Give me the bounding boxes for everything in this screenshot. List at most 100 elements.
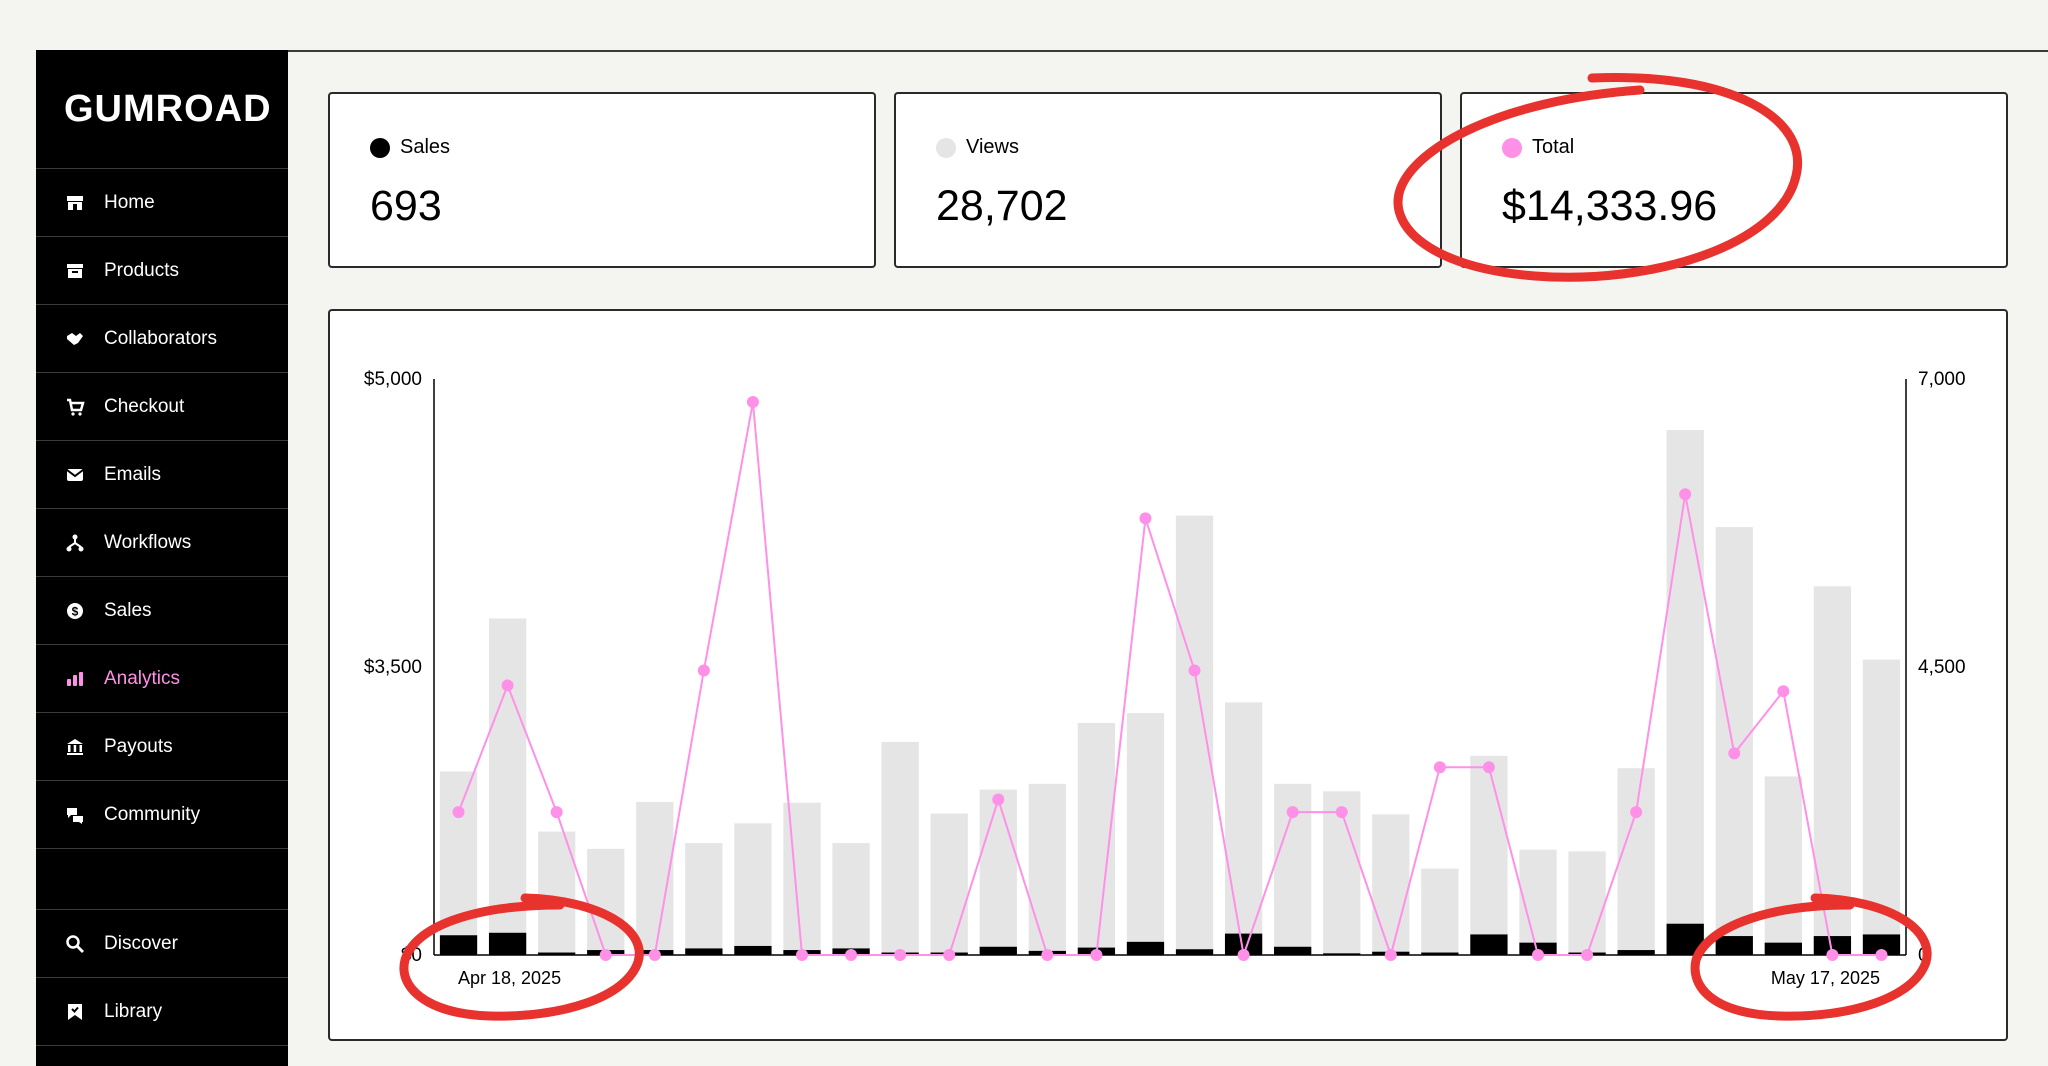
dollar-circle-icon: $ [64, 600, 86, 622]
views-bar[interactable] [881, 741, 919, 955]
sidebar-item-label: Collaborators [104, 327, 217, 349]
total-point[interactable] [1433, 761, 1446, 774]
total-point[interactable] [1679, 488, 1692, 501]
total-point[interactable] [697, 664, 710, 677]
views-bar[interactable] [488, 618, 527, 955]
views-bar[interactable] [1862, 659, 1901, 955]
sidebar-item-home[interactable]: Home [36, 169, 288, 237]
total-point[interactable] [1384, 949, 1397, 961]
total-point[interactable] [1335, 806, 1348, 819]
sidebar-item-discover[interactable]: Discover [36, 910, 288, 978]
views-bar[interactable] [1470, 755, 1508, 955]
views-bar[interactable] [439, 771, 478, 955]
total-point[interactable] [501, 679, 514, 692]
views-bar[interactable] [783, 802, 821, 955]
sales-bar[interactable] [538, 952, 576, 955]
bookmark-icon [64, 1001, 86, 1023]
total-point[interactable] [943, 949, 956, 961]
total-point[interactable] [1728, 747, 1741, 760]
sales-bar[interactable] [1421, 952, 1459, 955]
sales-bar[interactable] [1617, 950, 1655, 955]
envelope-icon [64, 464, 86, 486]
gumroad-logo[interactable]: GUMROAD [36, 50, 288, 169]
views-bar[interactable] [734, 823, 772, 955]
sales-legend-dot [370, 137, 390, 158]
total-point[interactable] [746, 396, 759, 409]
sales-bar[interactable] [979, 946, 1017, 955]
views-bar[interactable] [1666, 430, 1704, 955]
sidebar-item-products[interactable]: Products [36, 237, 288, 305]
total-point[interactable] [796, 949, 808, 961]
sidebar-item-library[interactable]: Library [36, 978, 288, 1046]
sidebar-item-label: Analytics [104, 667, 181, 689]
total-point[interactable] [1237, 949, 1250, 961]
sales-bar[interactable] [1715, 936, 1753, 955]
total-point[interactable] [550, 806, 563, 819]
right-tick-label: 7,000 [1918, 369, 1966, 390]
total-point[interactable] [1581, 949, 1594, 961]
views-bar[interactable] [979, 789, 1017, 955]
total-point[interactable] [992, 793, 1005, 806]
views-bar[interactable] [1764, 776, 1802, 955]
views-bar[interactable] [587, 848, 625, 955]
sales-bar[interactable] [1175, 949, 1214, 955]
total-point[interactable] [1826, 949, 1839, 961]
total-label: Total [1502, 136, 1574, 159]
sales-bar[interactable] [439, 935, 478, 955]
views-bar[interactable] [1813, 586, 1852, 955]
sidebar-item-workflows[interactable]: Workflows [36, 509, 288, 577]
sidebar-item-collaborators[interactable]: Collaborators [36, 305, 288, 373]
views-bar[interactable] [1028, 783, 1066, 955]
total-point[interactable] [1532, 949, 1544, 961]
sidebar-item-sales[interactable]: $ Sales [36, 577, 288, 645]
total-point[interactable] [1139, 512, 1152, 525]
sidebar-item-label: Products [104, 259, 179, 281]
sales-bar[interactable] [734, 945, 772, 955]
sidebar-item-emails[interactable]: Emails [36, 441, 288, 509]
sales-bar[interactable] [1126, 941, 1165, 955]
stat-card-sales: Sales 693 [328, 92, 876, 268]
left-tick-label: $3,500 [364, 657, 422, 678]
sidebar-item-community[interactable]: Community [36, 781, 288, 849]
sales-bar[interactable] [1274, 946, 1312, 955]
sidebar-item-payouts[interactable]: Payouts [36, 713, 288, 781]
views-bar[interactable] [1372, 814, 1410, 955]
views-bar[interactable] [930, 813, 968, 955]
total-point[interactable] [894, 949, 907, 961]
svg-text:$: $ [72, 604, 79, 618]
sales-bar[interactable] [488, 932, 527, 955]
views-bar[interactable] [1568, 851, 1606, 955]
total-point[interactable] [648, 949, 661, 961]
views-bar[interactable] [1421, 868, 1459, 955]
total-point[interactable] [1286, 806, 1299, 819]
total-point[interactable] [1188, 664, 1201, 677]
views-bar[interactable] [1175, 515, 1214, 955]
total-point[interactable] [1090, 949, 1103, 961]
sales-bar[interactable] [1470, 934, 1508, 955]
total-point[interactable] [1630, 806, 1643, 819]
sidebar-item-analytics[interactable]: Analytics [36, 645, 288, 713]
total-point[interactable] [452, 806, 465, 819]
sidebar-item-label: Community [104, 803, 201, 825]
sales-bar[interactable] [1666, 923, 1704, 955]
analytics-chart[interactable]: $5,000$3,500$0 7,0004,5000 Apr 18, 2025 … [330, 311, 2006, 1039]
views-bar[interactable] [1617, 768, 1655, 955]
sales-bar[interactable] [685, 948, 723, 955]
views-bar[interactable] [685, 843, 723, 955]
sidebar-item-checkout[interactable]: Checkout [36, 373, 288, 441]
x-end-label: May 17, 2025 [1771, 968, 1880, 988]
right-tick-label: 4,500 [1918, 657, 1966, 678]
total-point[interactable] [1777, 685, 1790, 698]
total-point[interactable] [845, 949, 858, 961]
views-bar[interactable] [1126, 713, 1165, 955]
views-bar[interactable] [832, 843, 870, 955]
total-point[interactable] [1875, 949, 1888, 961]
total-point[interactable] [599, 949, 612, 961]
sales-bar[interactable] [1323, 953, 1361, 955]
sidebar: GUMROAD Home Products Collaborators Checkou… [36, 50, 288, 1066]
total-point[interactable] [1041, 949, 1054, 961]
top-divider [288, 50, 2048, 52]
total-point[interactable] [1482, 761, 1495, 774]
sales-bar[interactable] [1764, 942, 1802, 955]
views-bar[interactable] [1715, 527, 1753, 955]
